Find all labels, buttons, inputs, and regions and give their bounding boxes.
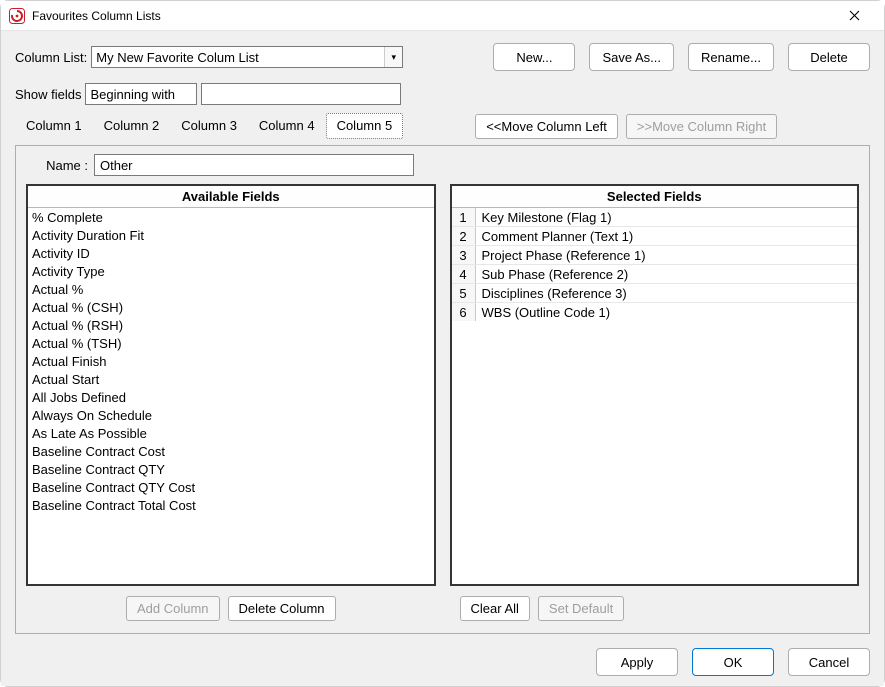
- add-column-button: Add Column: [126, 596, 220, 621]
- column-list-input[interactable]: [92, 47, 384, 67]
- save-as-button[interactable]: Save As...: [589, 43, 674, 71]
- tab-column-5[interactable]: Column 5: [326, 113, 404, 139]
- selected-row[interactable]: 2Comment Planner (Text 1): [452, 227, 858, 246]
- show-fields-row: Show fields ▾: [15, 83, 870, 105]
- selected-row-index: 3: [452, 246, 476, 264]
- available-actions: Add Column Delete Column: [26, 596, 436, 621]
- available-list-box: Available Fields % CompleteActivity Dura…: [26, 184, 436, 586]
- column-list-dropdown[interactable]: ▾: [91, 46, 403, 68]
- selected-row-label: WBS (Outline Code 1): [476, 303, 858, 321]
- apply-button[interactable]: Apply: [596, 648, 678, 676]
- tab-column-1[interactable]: Column 1: [15, 113, 93, 139]
- available-item[interactable]: Baseline Contract Total Cost: [28, 496, 434, 514]
- selected-row-label: Comment Planner (Text 1): [476, 227, 858, 245]
- selected-header: Selected Fields: [452, 186, 858, 208]
- app-icon: [9, 8, 25, 24]
- available-item[interactable]: Actual % (TSH): [28, 334, 434, 352]
- selected-row[interactable]: 6WBS (Outline Code 1): [452, 303, 858, 321]
- delete-column-button[interactable]: Delete Column: [228, 596, 336, 621]
- selected-actions: Clear All Set Default: [450, 596, 860, 621]
- show-fields-mode-dropdown[interactable]: ▾: [85, 83, 197, 105]
- selected-row-index: 6: [452, 303, 476, 321]
- selected-row-label: Sub Phase (Reference 2): [476, 265, 858, 283]
- cancel-button[interactable]: Cancel: [788, 648, 870, 676]
- chevron-down-icon[interactable]: ▾: [384, 47, 402, 67]
- ok-button[interactable]: OK: [692, 648, 774, 676]
- selected-row-index: 4: [452, 265, 476, 283]
- column-panel: Name : Available Fields % CompleteActivi…: [15, 145, 870, 634]
- tab-column-2[interactable]: Column 2: [93, 113, 171, 139]
- name-row: Name :: [26, 154, 859, 176]
- available-item[interactable]: Baseline Contract QTY Cost: [28, 478, 434, 496]
- available-header: Available Fields: [28, 186, 434, 208]
- available-item[interactable]: Baseline Contract QTY: [28, 460, 434, 478]
- tabs-row: Column 1Column 2Column 3Column 4Column 5…: [15, 113, 870, 139]
- available-item[interactable]: Activity Duration Fit: [28, 226, 434, 244]
- move-column-left-button[interactable]: <<Move Column Left: [475, 114, 618, 139]
- available-item[interactable]: Actual % (RSH): [28, 316, 434, 334]
- selected-row-label: Disciplines (Reference 3): [476, 284, 858, 302]
- available-item[interactable]: Actual Finish: [28, 352, 434, 370]
- column-list-row: Column List: ▾ New... Save As... Rename.…: [15, 43, 870, 71]
- available-item[interactable]: Actual Start: [28, 370, 434, 388]
- column-tabs: Column 1Column 2Column 3Column 4Column 5: [15, 113, 403, 139]
- selected-row-index: 5: [452, 284, 476, 302]
- column-list-label: Column List:: [15, 50, 87, 65]
- name-input[interactable]: [94, 154, 414, 176]
- selected-column: Selected Fields 1Key Milestone (Flag 1)2…: [450, 184, 860, 621]
- selected-list[interactable]: 1Key Milestone (Flag 1)2Comment Planner …: [452, 208, 858, 584]
- available-item[interactable]: % Complete: [28, 208, 434, 226]
- selected-row[interactable]: 3Project Phase (Reference 1): [452, 246, 858, 265]
- lists-row: Available Fields % CompleteActivity Dura…: [26, 184, 859, 621]
- show-fields-search-input[interactable]: [201, 83, 401, 105]
- available-column: Available Fields % CompleteActivity Dura…: [26, 184, 436, 621]
- close-icon: [849, 10, 860, 21]
- window-title: Favourites Column Lists: [32, 9, 834, 23]
- selected-row-index: 1: [452, 208, 476, 226]
- available-item[interactable]: Always On Schedule: [28, 406, 434, 424]
- selected-row[interactable]: 4Sub Phase (Reference 2): [452, 265, 858, 284]
- tab-column-3[interactable]: Column 3: [170, 113, 248, 139]
- close-button[interactable]: [834, 2, 874, 30]
- selected-row[interactable]: 1Key Milestone (Flag 1): [452, 208, 858, 227]
- available-item[interactable]: Activity Type: [28, 262, 434, 280]
- selected-list-box: Selected Fields 1Key Milestone (Flag 1)2…: [450, 184, 860, 586]
- set-default-button: Set Default: [538, 596, 624, 621]
- available-item[interactable]: Activity ID: [28, 244, 434, 262]
- rename-button[interactable]: Rename...: [688, 43, 774, 71]
- selected-row-index: 2: [452, 227, 476, 245]
- move-column-right-button: >>Move Column Right: [626, 114, 777, 139]
- top-buttons: New... Save As... Rename... Delete: [493, 43, 870, 71]
- titlebar: Favourites Column Lists: [1, 1, 884, 31]
- clear-all-button[interactable]: Clear All: [460, 596, 530, 621]
- name-label: Name :: [26, 158, 88, 173]
- dialog-content: Column List: ▾ New... Save As... Rename.…: [1, 31, 884, 686]
- delete-button[interactable]: Delete: [788, 43, 870, 71]
- available-item[interactable]: Baseline Contract Cost: [28, 442, 434, 460]
- available-item[interactable]: Actual % (CSH): [28, 298, 434, 316]
- selected-row[interactable]: 5Disciplines (Reference 3): [452, 284, 858, 303]
- dialog-footer: Apply OK Cancel: [15, 648, 870, 676]
- available-list[interactable]: % CompleteActivity Duration FitActivity …: [28, 208, 434, 584]
- available-item[interactable]: Actual %: [28, 280, 434, 298]
- new-button[interactable]: New...: [493, 43, 575, 71]
- tab-move-buttons: <<Move Column Left >>Move Column Right: [475, 114, 777, 139]
- selected-row-label: Key Milestone (Flag 1): [476, 208, 858, 226]
- available-item[interactable]: As Late As Possible: [28, 424, 434, 442]
- show-fields-label: Show fields: [15, 87, 81, 102]
- tab-column-4[interactable]: Column 4: [248, 113, 326, 139]
- selected-row-label: Project Phase (Reference 1): [476, 246, 858, 264]
- available-item[interactable]: All Jobs Defined: [28, 388, 434, 406]
